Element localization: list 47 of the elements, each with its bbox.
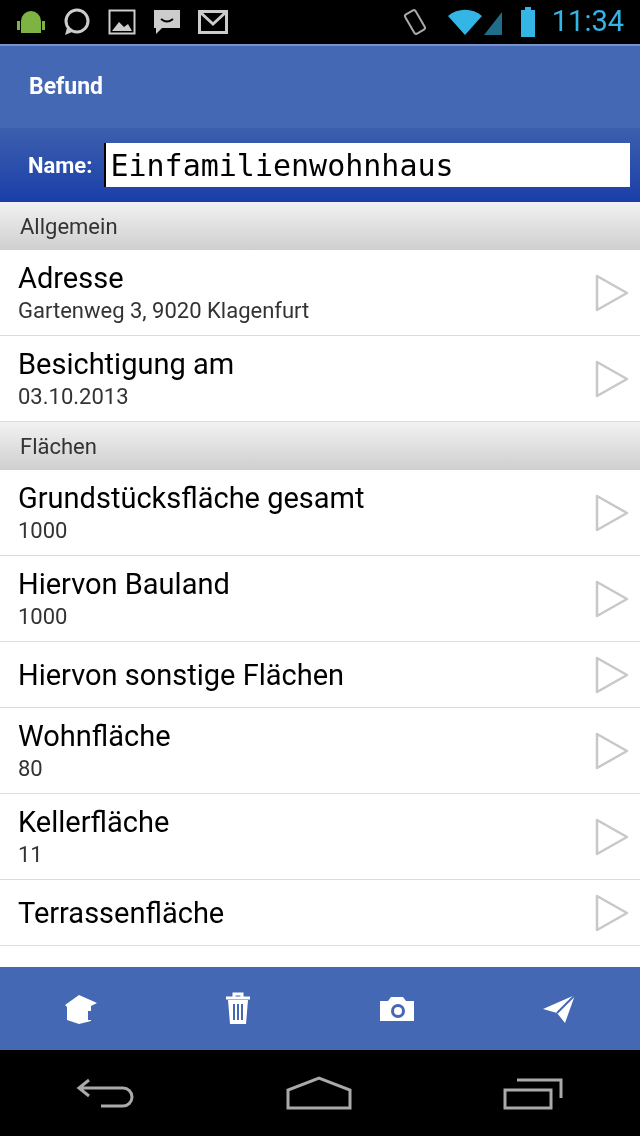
chevron-icon — [594, 272, 630, 313]
row-title: Grundstücksfläche gesamt — [18, 479, 366, 516]
recent-apps-icon[interactable] — [502, 1076, 565, 1110]
list-row[interactable]: Hiervon sonstige Flächen — [0, 642, 640, 708]
smiley-message-icon — [152, 8, 182, 36]
row-value: 1000 — [18, 602, 69, 631]
screen-title: Befund — [29, 71, 104, 102]
chevron-icon — [594, 892, 630, 933]
row-value: 80 — [18, 754, 44, 783]
list-row[interactable]: Grundstücksfläche gesamt 1000 — [0, 470, 640, 556]
mail-icon — [198, 10, 228, 34]
list-row[interactable]: Terrassenfläche — [0, 880, 640, 946]
section-header: Allgemein — [0, 202, 640, 250]
row-title: Terrassenfläche — [18, 894, 226, 931]
chevron-icon — [594, 358, 630, 399]
back-icon[interactable] — [75, 1076, 136, 1110]
send-icon[interactable] — [541, 992, 578, 1025]
chevron-icon — [594, 730, 630, 771]
name-label: Name: — [28, 151, 93, 180]
home-icon[interactable] — [286, 1076, 352, 1110]
battery-icon — [519, 7, 536, 37]
list-row[interactable]: Kellerfläche 11 — [0, 794, 640, 880]
row-title: Besichtigung am — [18, 345, 236, 382]
chevron-icon — [594, 816, 630, 857]
chevron-icon — [594, 578, 630, 619]
camera-icon[interactable] — [377, 994, 416, 1023]
list-row[interactable]: Adresse Gartenweg 3, 9020 Klagenfurt — [0, 250, 640, 336]
trash-icon[interactable] — [224, 991, 253, 1026]
chat-bubble-icon — [62, 7, 92, 37]
row-value: 03.10.2013 — [18, 382, 130, 411]
chevron-icon — [594, 654, 630, 695]
row-value: 1000 — [18, 516, 69, 545]
chevron-icon — [594, 492, 630, 533]
image-icon — [108, 9, 136, 35]
row-title: Hiervon Bauland — [18, 565, 231, 602]
wifi-signal-icon — [445, 8, 504, 36]
row-title: Hiervon sonstige Flächen — [18, 656, 346, 693]
list-row[interactable]: Wohnfläche 80 — [0, 708, 640, 794]
row-value: 11 — [18, 840, 44, 869]
section-header: Flächen — [0, 422, 640, 470]
status-time: 11:34 — [551, 3, 624, 41]
list-row[interactable]: Hiervon Bauland 1000 — [0, 556, 640, 642]
name-field[interactable]: Einfamilienwohnhaus — [104, 143, 630, 187]
row-title: Kellerfläche — [18, 803, 171, 840]
row-value: Gartenweg 3, 9020 Klagenfurt — [18, 296, 311, 325]
row-title: Adresse — [18, 259, 125, 296]
row-title: Wohnfläche — [18, 717, 172, 754]
